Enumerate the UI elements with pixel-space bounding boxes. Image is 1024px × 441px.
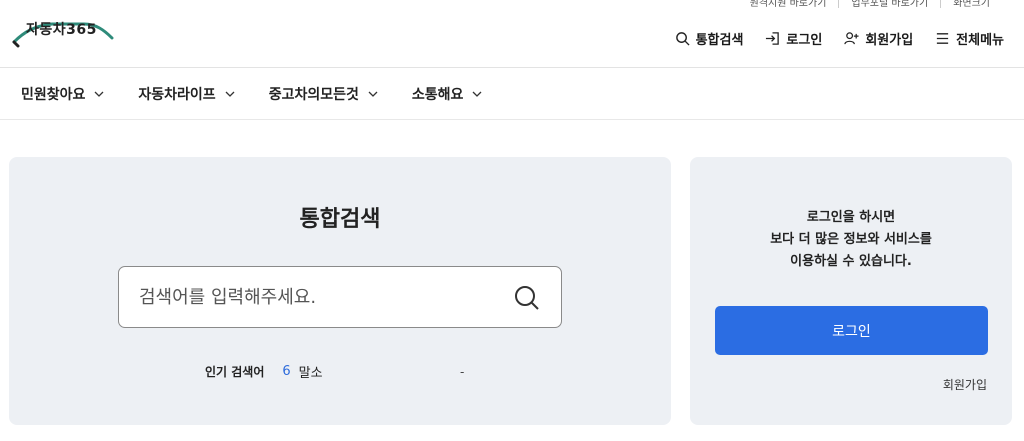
top-search-label: 통합검색	[695, 33, 744, 48]
logo-text[interactable]: 자동차365	[26, 19, 97, 39]
hamburger-icon	[937, 33, 949, 44]
popular-label: 인기 검색어	[205, 365, 265, 379]
all-menu-label: 전체메뉴	[956, 33, 1004, 48]
search-icon[interactable]	[513, 284, 541, 312]
user-add-icon	[844, 32, 859, 45]
chevron-down-icon	[225, 91, 235, 97]
signup-link[interactable]: 회원가입	[943, 376, 987, 393]
site-header: 자동차365 통합검색 로그인 회원가입 전체메뉴	[0, 0, 1024, 68]
top-login-link[interactable]: 로그인	[765, 29, 822, 48]
chevron-down-icon	[472, 91, 482, 97]
login-message-line: 로그인을 하시면	[806, 210, 896, 225]
login-message-line: 보다 더 많은 정보와 서비스를	[770, 232, 932, 247]
popular-keywords: 인기 검색어 6 말소 -	[205, 362, 464, 381]
main-nav: 민원찾아요 자동차라이프 중고차의모든것 소통해요	[0, 69, 1024, 120]
top-search-link[interactable]: 통합검색	[675, 29, 744, 48]
search-title: 통합검색	[299, 207, 381, 232]
login-button[interactable]: 로그인	[715, 306, 988, 355]
top-login-label: 로그인	[786, 33, 823, 48]
top-signup-link[interactable]: 회원가입	[844, 29, 913, 48]
chevron-down-icon	[94, 91, 104, 97]
gnb-menu-label: 자동차라이프	[138, 87, 216, 103]
gnb-menu-label: 민원찾아요	[21, 87, 86, 103]
login-message-line: 이용하실 수 있습니다.	[790, 254, 912, 269]
login-message: 로그인을 하시면 보다 더 많은 정보와 서비스를 이용하실 수 있습니다.	[690, 207, 1012, 273]
gnb-menu-used-car[interactable]: 중고차의모든것	[269, 84, 378, 104]
gnb-menu-communication[interactable]: 소통해요	[412, 84, 483, 104]
gnb-menu-civil[interactable]: 민원찾아요	[21, 84, 104, 104]
top-signup-label: 회원가입	[865, 33, 914, 48]
popular-rank: 6	[282, 364, 291, 379]
chevron-down-icon	[368, 91, 378, 97]
top-nav: 통합검색 로그인 회원가입 전체메뉴	[675, 29, 1004, 48]
login-icon	[766, 32, 780, 45]
popular-change-indicator: -	[460, 364, 465, 379]
gnb-menu-label: 소통해요	[411, 87, 464, 103]
login-panel: 로그인을 하시면 보다 더 많은 정보와 서비스를 이용하실 수 있습니다. 로…	[690, 157, 1012, 425]
search-icon	[675, 32, 690, 46]
gnb-menu-car-life[interactable]: 자동차라이프	[138, 84, 235, 104]
all-menu-button[interactable]: 전체메뉴	[935, 29, 1004, 48]
gnb-menu-label: 중고차의모든것	[268, 87, 359, 103]
search-input[interactable]	[139, 267, 499, 327]
search-box	[118, 266, 562, 328]
popular-keyword-link[interactable]: 말소	[299, 362, 323, 381]
search-panel: 통합검색 인기 검색어 6 말소 -	[9, 157, 671, 425]
